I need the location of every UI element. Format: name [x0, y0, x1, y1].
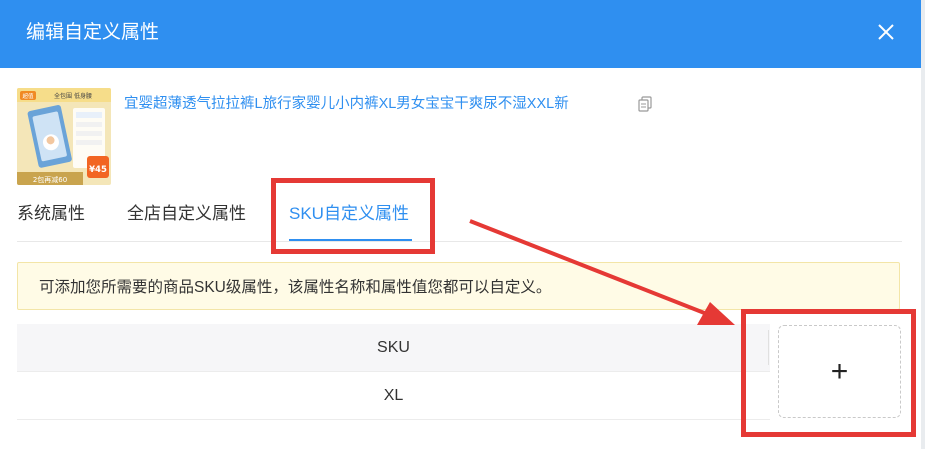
thumb-promo: 2包再减60 [33, 175, 67, 184]
thumb-tag: 超值 [22, 92, 34, 100]
dialog-edge [921, 0, 925, 449]
tab-store-custom-attributes[interactable]: 全店自定义属性 [127, 202, 246, 226]
tab-system-attributes[interactable]: 系统属性 [17, 202, 85, 226]
table-row: XL [17, 372, 770, 420]
copy-icon[interactable] [636, 95, 654, 113]
close-icon[interactable] [873, 19, 899, 45]
info-notice: 可添加您所需要的商品SKU级属性，该属性名称和属性值您都可以自定义。 [17, 262, 900, 310]
tabs-divider [17, 241, 902, 242]
sku-value-cell: XL [383, 387, 404, 404]
notice-text: 可添加您所需要的商品SKU级属性，该属性名称和属性值您都可以自定义。 [39, 279, 552, 296]
dialog-title: 编辑自定义属性 [26, 22, 160, 43]
highlight-box-add [741, 309, 916, 437]
thumb-badge: 全包围 低身腰 [54, 92, 92, 100]
product-title-link[interactable]: 宜婴超薄透气拉拉裤L旅行家婴儿小内裤XL男女宝宝干爽尿不湿XXL新 [124, 94, 569, 114]
highlight-box-tab [271, 178, 435, 254]
product-thumbnail[interactable]: 超值 全包围 低身腰 ¥45 2包再减60 [17, 88, 111, 185]
column-header-sku: SKU [377, 339, 410, 356]
table-header: SKU [17, 324, 770, 372]
thumb-price: ¥45 [89, 165, 107, 175]
